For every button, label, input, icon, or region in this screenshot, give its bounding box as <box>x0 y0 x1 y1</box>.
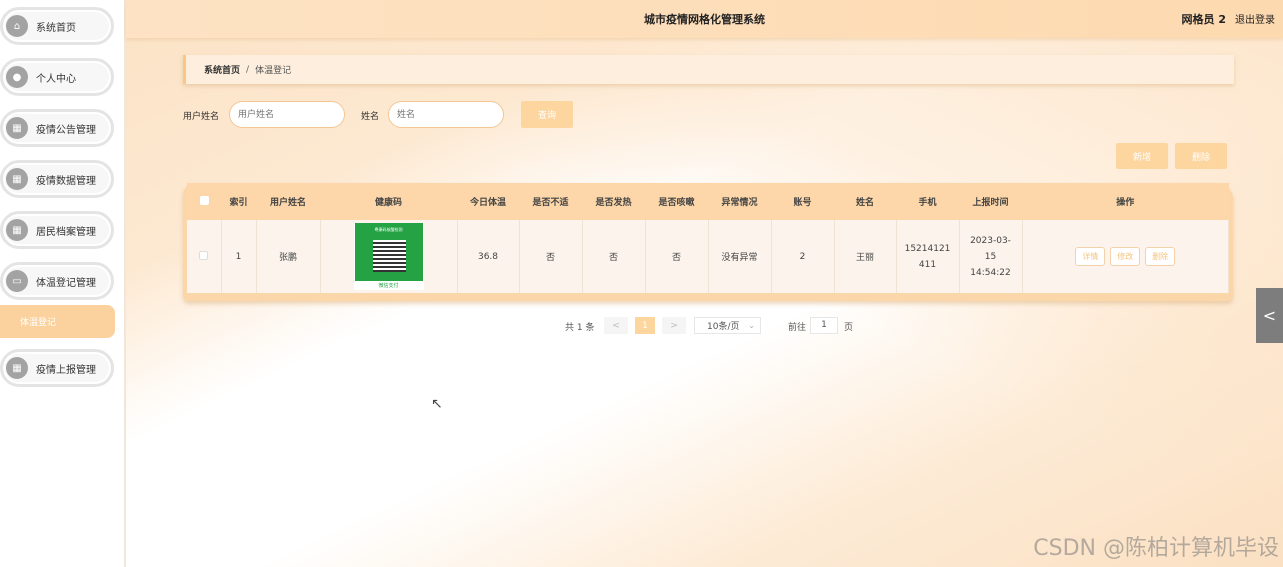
cell-fever: 否 <box>582 220 646 293</box>
side-collapse-tab[interactable]: < <box>1256 288 1283 343</box>
col-header: 是否发热 <box>582 183 645 220</box>
col-header: 操作 <box>1022 183 1229 220</box>
health-code-footer: 微信支付 <box>378 283 399 289</box>
select-all-checkbox[interactable] <box>199 195 209 205</box>
current-user: 网格员 2 <box>1181 13 1226 26</box>
cell-abnormal: 没有异常 <box>708 220 772 293</box>
cell-name: 王丽 <box>834 220 897 293</box>
grid-icon: ▦ <box>6 117 28 139</box>
cell-cough: 否 <box>645 220 709 293</box>
goto-suffix: 页 <box>844 323 854 333</box>
grid-icon: ▦ <box>6 357 28 379</box>
row-delete-button[interactable]: 删除 <box>1145 247 1176 266</box>
sidebar-item-label: 疫情数据管理 <box>36 175 96 187</box>
col-header: 姓名 <box>834 183 896 220</box>
table-row: 1 张鹏 粤康码核酸检测 微信支付 36.8 否 否 否 没有异常 2 王丽 1… <box>187 220 1229 293</box>
sidebar-subitem-temperature[interactable]: 体温登记 <box>0 305 115 338</box>
person-icon: ● <box>6 66 28 88</box>
detail-button[interactable]: 详情 <box>1075 247 1106 266</box>
watermark: CSDN @陈柏计算机毕设 <box>1033 536 1279 561</box>
cell-account: 2 <box>771 220 835 293</box>
sidebar-item-epidemic-data[interactable]: ▦ 疫情数据管理 <box>0 160 114 198</box>
col-header: 是否咳嗽 <box>645 183 708 220</box>
top-header: 城市疫情网格化管理系统 网格员 2 退出登录 <box>126 0 1283 38</box>
breadcrumb: 系统首页 / 体温登记 <box>183 55 1234 84</box>
grid-icon: ▦ <box>6 219 28 241</box>
name-search-input[interactable] <box>388 101 504 128</box>
cell-index: 1 <box>221 220 257 293</box>
breadcrumb-separator: / <box>246 64 250 75</box>
sidebar-item-label: 居民档案管理 <box>36 226 96 238</box>
sidebar: ⌂ 系统首页 ● 个人中心 ▦ 疫情公告管理 ▦ 疫情数据管理 ▦ 居民档案管理… <box>0 0 126 567</box>
col-header: 手机 <box>896 183 959 220</box>
cell-temperature: 36.8 <box>457 220 520 293</box>
app-title: 城市疫情网格化管理系统 <box>644 13 765 26</box>
row-checkbox[interactable] <box>199 250 209 260</box>
qr-code-icon <box>372 240 406 272</box>
next-page-button[interactable]: > <box>662 317 686 334</box>
sidebar-item-label: 疫情公告管理 <box>36 124 96 136</box>
page-size-select[interactable]: 10条/页 ⌄ <box>694 317 761 334</box>
home-icon: ⌂ <box>6 15 28 37</box>
sidebar-item-label: 体温登记管理 <box>36 277 96 289</box>
username-label: 用户姓名 <box>183 112 220 122</box>
add-button[interactable]: 新增 <box>1116 143 1168 169</box>
sidebar-item-label: 疫情上报管理 <box>36 364 96 376</box>
cell-health-code: 粤康码核酸检测 微信支付 <box>320 220 458 293</box>
sidebar-item-residents[interactable]: ▦ 居民档案管理 <box>0 211 114 249</box>
table-header-row: 索引 用户姓名 健康码 今日体温 是否不适 是否发热 是否咳嗽 异常情况 账号 … <box>187 183 1229 220</box>
data-table: 索引 用户姓名 健康码 今日体温 是否不适 是否发热 是否咳嗽 异常情况 账号 … <box>183 183 1233 301</box>
edit-button[interactable]: 修改 <box>1110 247 1141 266</box>
mouse-cursor-icon: ↖ <box>431 396 443 412</box>
sidebar-item-temperature-mgmt[interactable]: ▭ 体温登记管理 <box>0 262 114 300</box>
goto-label: 前往 <box>788 323 807 333</box>
health-code-title: 粤康码核酸检测 <box>374 227 403 232</box>
col-header: 账号 <box>771 183 834 220</box>
username-search-input[interactable] <box>229 101 345 128</box>
col-header: 今日体温 <box>457 183 519 220</box>
logout-link[interactable]: 退出登录 <box>1235 11 1275 26</box>
query-button[interactable]: 查询 <box>521 101 573 128</box>
pagination-total: 共 1 条 <box>565 323 595 333</box>
col-header: 异常情况 <box>708 183 771 220</box>
cell-username: 张鹏 <box>256 220 321 293</box>
name-label: 姓名 <box>361 112 380 122</box>
cell-report-time: 2023-03-15 14:54:22 <box>959 220 1023 293</box>
page-number-current[interactable]: 1 <box>635 317 655 334</box>
chevron-left-icon: < <box>1262 306 1277 325</box>
grid-icon: ▦ <box>6 168 28 190</box>
prev-page-button[interactable]: < <box>604 317 628 334</box>
chevron-down-icon: ⌄ <box>748 321 755 330</box>
sidebar-item-announcements[interactable]: ▦ 疫情公告管理 <box>0 109 114 147</box>
cell-phone: 15214121411 <box>896 220 960 293</box>
breadcrumb-home[interactable]: 系统首页 <box>204 63 240 76</box>
col-header: 上报时间 <box>959 183 1022 220</box>
sidebar-item-label: 个人中心 <box>36 73 76 85</box>
cell-discomfort: 否 <box>519 220 583 293</box>
batch-delete-button[interactable]: 删除 <box>1175 143 1227 169</box>
col-header: 健康码 <box>320 183 457 220</box>
health-code-image[interactable]: 粤康码核酸检测 微信支付 <box>353 223 424 290</box>
col-header: 用户姓名 <box>256 183 320 220</box>
breadcrumb-current: 体温登记 <box>255 66 292 76</box>
sidebar-item-label: 系统首页 <box>36 22 76 34</box>
goto-page-input[interactable]: 1 <box>810 317 838 334</box>
sidebar-item-personal[interactable]: ● 个人中心 <box>0 58 114 96</box>
cell-operations: 详情 修改 删除 <box>1022 220 1229 293</box>
page-size-value: 10条/页 <box>707 322 740 332</box>
col-header: 是否不适 <box>519 183 582 220</box>
sidebar-item-epidemic-report[interactable]: ▦ 疫情上报管理 <box>0 349 114 387</box>
monitor-icon: ▭ <box>6 270 28 292</box>
col-header: 索引 <box>221 183 256 220</box>
sidebar-item-home[interactable]: ⌂ 系统首页 <box>0 7 114 45</box>
